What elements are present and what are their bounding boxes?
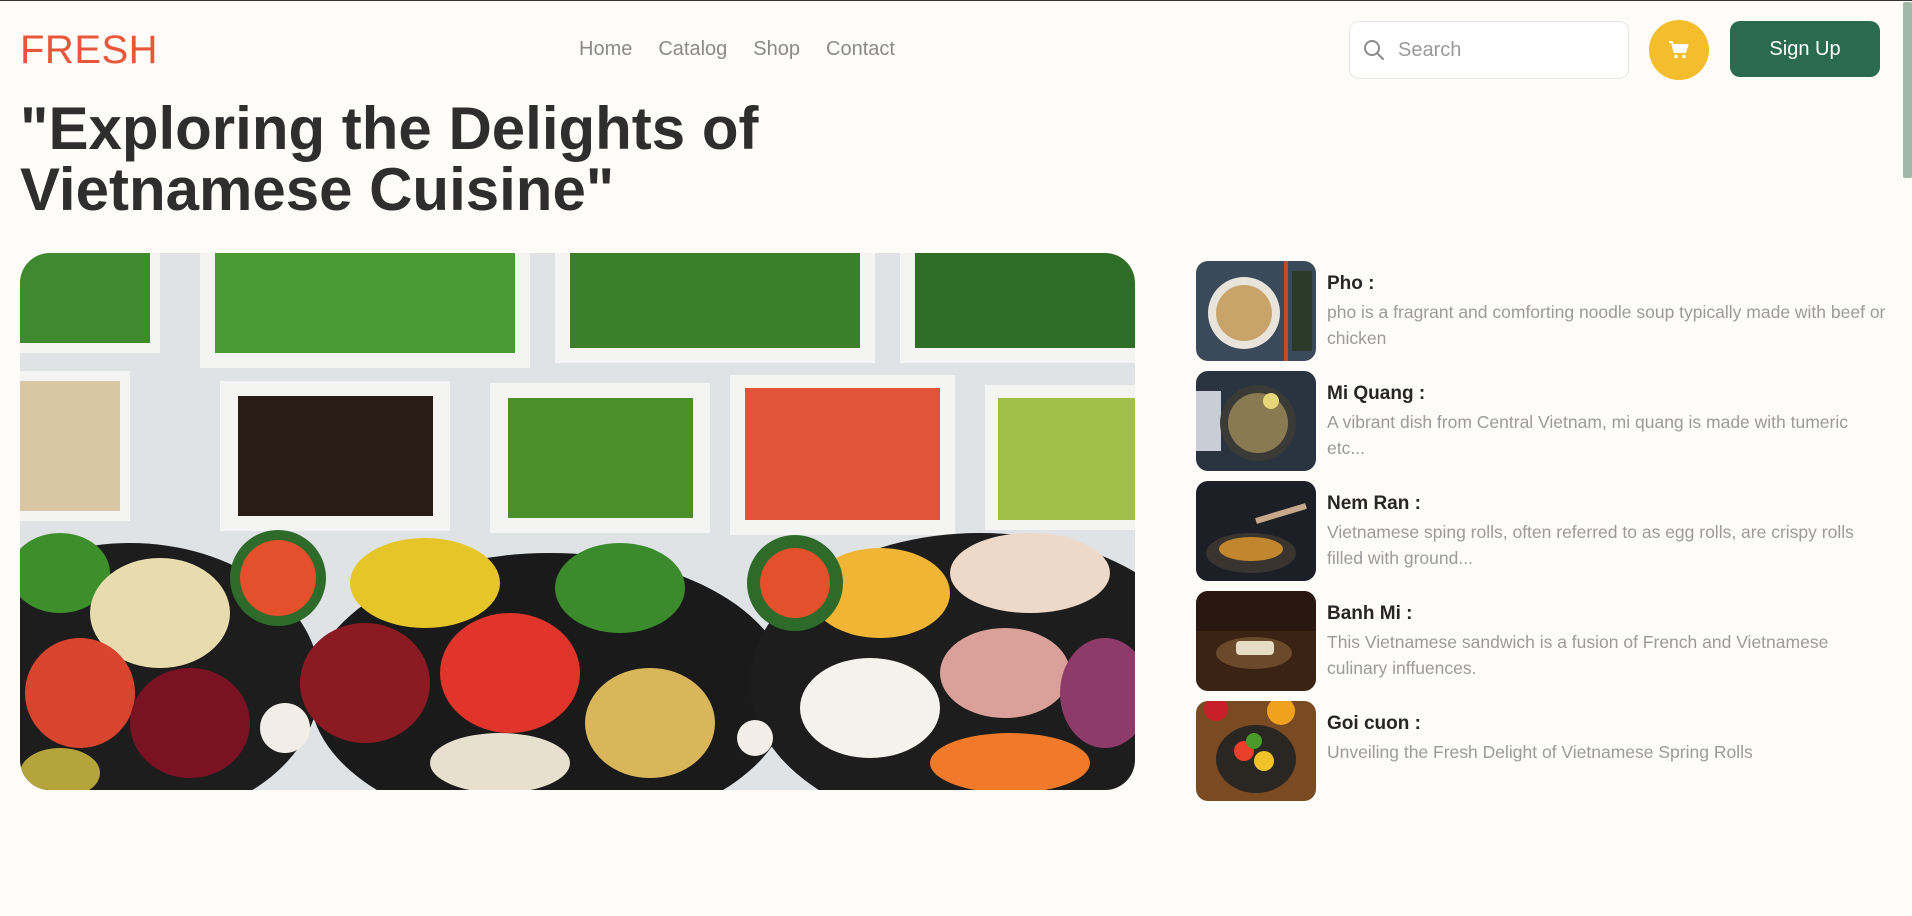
- dish-item-banh-mi[interactable]: Banh Mi : This Vietnamese sandwich is a …: [1196, 591, 1896, 691]
- dish-name: Goi cuon :: [1327, 713, 1421, 734]
- dish-item-mi-quang[interactable]: Mi Quang : A vibrant dish from Central V…: [1196, 371, 1896, 471]
- dish-description: This Vietnamese sandwich is a fusion of …: [1327, 632, 1829, 678]
- page-title: "Exploring the Delights of Vietnamese Cu…: [20, 98, 840, 220]
- dish-description: Unveiling the Fresh Delight of Vietnames…: [1327, 742, 1753, 762]
- hero-image: [20, 253, 1135, 790]
- scrollbar-thumb[interactable]: [1903, 2, 1912, 178]
- dish-name: Banh Mi :: [1327, 603, 1413, 624]
- goi-cuon-thumbnail: [1196, 701, 1316, 801]
- nav-shop-link[interactable]: Shop: [753, 38, 800, 61]
- pho-thumbnail: [1196, 261, 1316, 361]
- dish-item-nem-ran[interactable]: Nem Ran : Vietnamese sping rolls, often …: [1196, 481, 1896, 581]
- page-title-line-2: Vietnamese Cuisine": [20, 156, 615, 223]
- nav-home-link[interactable]: Home: [579, 38, 632, 61]
- page-title-line-1: "Exploring the Delights of: [20, 95, 759, 162]
- search-box[interactable]: [1349, 21, 1629, 79]
- dish-name: Nem Ran :: [1327, 493, 1421, 514]
- nav-catalog-link[interactable]: Catalog: [658, 38, 727, 61]
- banh-mi-thumbnail: [1196, 591, 1316, 691]
- mi-quang-thumbnail: [1196, 371, 1316, 471]
- main-nav: Home Catalog Shop Contact: [579, 38, 895, 61]
- cart-button[interactable]: [1649, 20, 1709, 80]
- dish-description: Vietnamese sping rolls, often referred t…: [1327, 522, 1854, 568]
- search-input[interactable]: [1396, 37, 1620, 63]
- dish-name: Pho :: [1327, 273, 1375, 294]
- dish-name: Mi Quang :: [1327, 383, 1426, 404]
- dish-description: pho is a fragrant and comforting noodle …: [1327, 302, 1886, 348]
- nav-contact-link[interactable]: Contact: [826, 38, 895, 61]
- dish-item-goi-cuon[interactable]: Goi cuon : Unveiling the Fresh Delight o…: [1196, 701, 1896, 801]
- salad-bar-illustration: [20, 253, 1135, 790]
- cart-icon: [1669, 41, 1689, 59]
- top-border: [0, 0, 1912, 1]
- nem-ran-thumbnail: [1196, 481, 1316, 581]
- dish-description: A vibrant dish from Central Vietnam, mi …: [1327, 412, 1849, 458]
- dish-item-pho[interactable]: Pho : pho is a fragrant and comforting n…: [1196, 261, 1896, 361]
- signup-button[interactable]: Sign Up: [1730, 21, 1880, 77]
- brand-logo[interactable]: FRESH: [20, 28, 158, 73]
- search-icon: [1364, 40, 1384, 60]
